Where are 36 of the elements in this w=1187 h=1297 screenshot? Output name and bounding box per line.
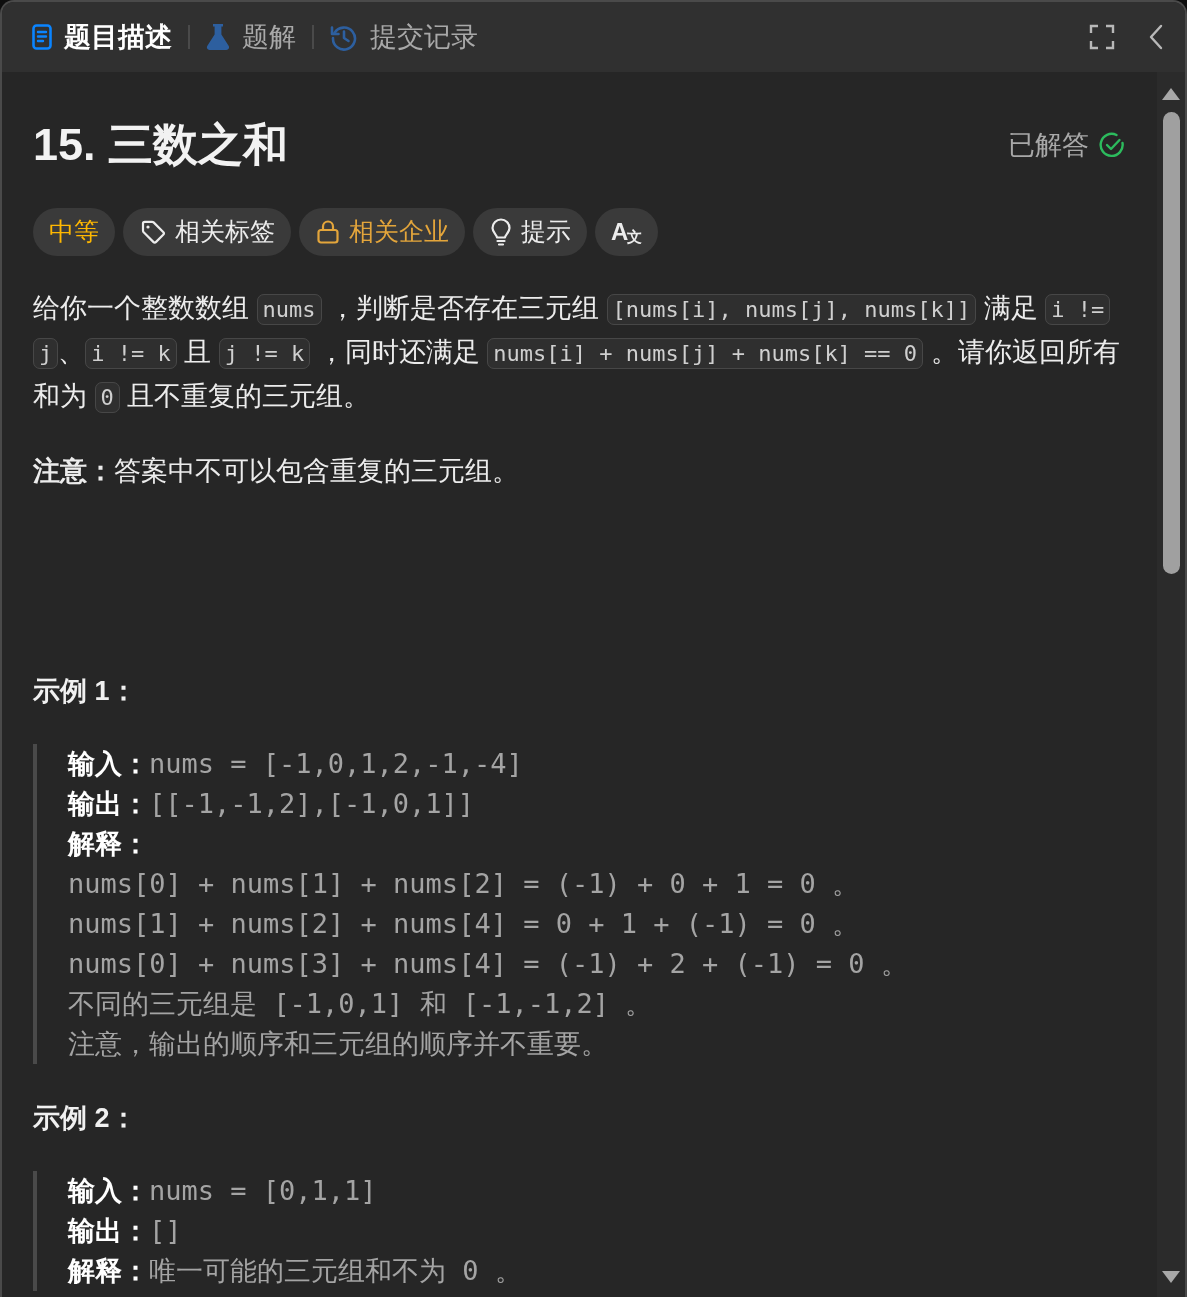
tag-icon xyxy=(141,219,165,244)
example-line: 输入：nums = [0,1,1] xyxy=(68,1173,378,1208)
scroll-down-icon[interactable] xyxy=(1162,1271,1180,1283)
example-line: nums[1] + nums[2] + nums[4] = 0 + 1 + (-1) = 0 。 xyxy=(68,906,860,941)
collapse-chevron-icon[interactable] xyxy=(1149,24,1163,50)
scrollbar-thumb[interactable] xyxy=(1162,112,1180,574)
description-tab[interactable]: 题目描述 xyxy=(28,19,176,55)
example-line: 注意，输出的顺序和三元组的顺序并不重要。 xyxy=(68,1026,609,1061)
translate-button[interactable]: A文 xyxy=(595,207,659,256)
fullscreen-icon[interactable] xyxy=(1089,24,1115,50)
example-line: 输出：[] xyxy=(68,1213,183,1248)
document-icon xyxy=(32,24,52,50)
example-line: 解释： xyxy=(68,827,150,861)
history-icon xyxy=(330,23,358,51)
example-heading: 示例 1： xyxy=(33,674,138,708)
flask-icon xyxy=(206,23,230,51)
companies-button[interactable]: 相关企业 xyxy=(299,207,465,256)
problem-note: 注意：答案中不可以包含重复的三元组。 xyxy=(33,454,520,488)
solutions-tab[interactable]: 题解 xyxy=(202,19,300,55)
problem-description: 给你一个整数数组 nums ，判断是否存在三元组 [nums[i], nums[j], nums[k]] 满足 i != j 、 i != k 且 j != k ，同时还满足 nums[i] + nums[j] + nums[k] == 0 。请你返回所有和为 0 且不重复的三元组。 xyxy=(33,291,1121,415)
problem-title: 15. 三数之和 xyxy=(33,118,289,172)
example-heading: 示例 2： xyxy=(33,1101,138,1135)
example-line: 输出：[[-1,-1,2],[-1,0,1]] xyxy=(68,786,476,821)
solved-status: 已解答 xyxy=(1008,129,1089,163)
example-line: 不同的三元组是 [-1,0,1] 和 [-1,-1,2] 。 xyxy=(68,986,654,1021)
submissions-tab[interactable]: 提交记录 xyxy=(326,19,482,55)
example-line: 解释：唯一可能的三元组和不为 0 。 xyxy=(68,1253,523,1288)
topics-button[interactable]: 相关标签 xyxy=(123,207,291,256)
example-line: 输入：nums = [-1,0,1,2,-1,-4] xyxy=(68,746,524,781)
example-line: nums[0] + nums[3] + nums[4] = (-1) + 2 + (-1) = 0 。 xyxy=(68,946,909,981)
difficulty-badge[interactable]: 中等 xyxy=(33,207,115,256)
hint-button[interactable]: 提示 xyxy=(473,207,587,256)
example-line: nums[0] + nums[1] + nums[2] = (-1) + 0 + 1 = 0 。 xyxy=(68,866,860,901)
lightbulb-icon xyxy=(491,217,511,246)
scroll-up-icon[interactable] xyxy=(1162,88,1180,100)
lock-icon xyxy=(317,219,339,244)
